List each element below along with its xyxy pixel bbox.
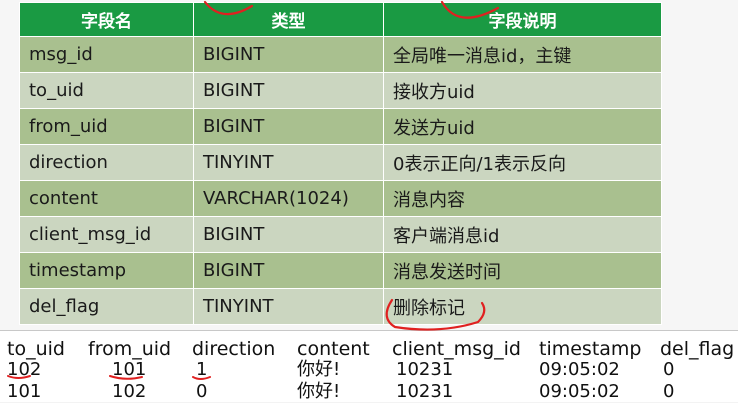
table-row: del_flag TINYINT 删除标记: [19, 288, 662, 325]
field-type: BIGINT: [193, 216, 384, 253]
field-type: BIGINT: [193, 72, 384, 109]
example-cell: 101: [7, 381, 42, 402]
field-name: msg_id: [19, 36, 194, 73]
example-cell: 1: [196, 359, 208, 380]
field-name: timestamp: [19, 252, 194, 289]
field-description: 消息内容: [383, 180, 662, 217]
field-description: 全局唯一消息id，主键: [383, 36, 662, 73]
field-type: BIGINT: [193, 36, 384, 73]
field-type: TINYINT: [193, 144, 384, 181]
field-name: client_msg_id: [19, 216, 194, 253]
field-description: 消息发送时间: [383, 252, 662, 289]
example-cell: 你好!: [297, 381, 341, 402]
example-cell: 10231: [396, 381, 454, 402]
field-type: VARCHAR(1024): [193, 180, 384, 217]
field-name: direction: [19, 144, 194, 181]
example-cell: 你好!: [297, 359, 341, 380]
example-header-cell: direction: [192, 338, 276, 360]
example-header-cell: to_uid: [7, 338, 65, 360]
header-type: 类型: [193, 2, 384, 37]
field-type: BIGINT: [193, 108, 384, 145]
field-type: TINYINT: [193, 288, 384, 325]
example-cell: 0: [196, 381, 208, 402]
schema-table: 字段名 类型 字段说明 msg_id BIGINT 全局唯一消息id，主键 to…: [19, 2, 662, 325]
example-cell: 102: [112, 381, 147, 402]
example-data-table: to_uid from_uid direction content client…: [0, 331, 738, 402]
example-cell: 09:05:02: [539, 359, 620, 380]
field-description: 发送方uid: [383, 108, 662, 145]
field-type: BIGINT: [193, 252, 384, 289]
table-row: from_uid BIGINT 发送方uid: [19, 108, 662, 145]
table-row: msg_id BIGINT 全局唯一消息id，主键: [19, 36, 662, 73]
table-row: 102 101 1 你好! 10231 09:05:02 0: [0, 359, 738, 381]
table-row: client_msg_id BIGINT 客户端消息id: [19, 216, 662, 253]
table-row: 101 102 0 你好! 10231 09:05:02 0: [0, 381, 738, 403]
field-description: 接收方uid: [383, 72, 662, 109]
example-header-cell: client_msg_id: [392, 338, 521, 360]
table-row: content VARCHAR(1024) 消息内容: [19, 180, 662, 217]
field-description: 0表示正向/1表示反向: [383, 144, 662, 181]
example-cell: 09:05:02: [539, 381, 620, 402]
schema-header-row: 字段名 类型 字段说明: [19, 2, 662, 37]
field-name: from_uid: [19, 108, 194, 145]
example-cell: 0: [663, 381, 675, 402]
example-header-cell: content: [297, 338, 370, 360]
header-field-name: 字段名: [19, 2, 194, 37]
table-row: direction TINYINT 0表示正向/1表示反向: [19, 144, 662, 181]
example-cell: 0: [663, 359, 675, 380]
example-cell: 10231: [396, 359, 454, 380]
example-header-row: to_uid from_uid direction content client…: [0, 338, 738, 360]
field-name: to_uid: [19, 72, 194, 109]
field-name: content: [19, 180, 194, 217]
example-header-cell: timestamp: [539, 338, 642, 360]
table-row: timestamp BIGINT 消息发送时间: [19, 252, 662, 289]
field-description: 删除标记: [383, 288, 662, 325]
example-header-cell: del_flag: [660, 338, 735, 360]
example-cell: 101: [112, 359, 147, 380]
example-cell: 102: [7, 359, 42, 380]
slide-area: 字段名 类型 字段说明 msg_id BIGINT 全局唯一消息id，主键 to…: [0, 0, 738, 330]
header-description: 字段说明: [383, 2, 662, 37]
field-description: 客户端消息id: [383, 216, 662, 253]
field-name: del_flag: [19, 288, 194, 325]
example-header-cell: from_uid: [88, 338, 172, 360]
table-row: to_uid BIGINT 接收方uid: [19, 72, 662, 109]
